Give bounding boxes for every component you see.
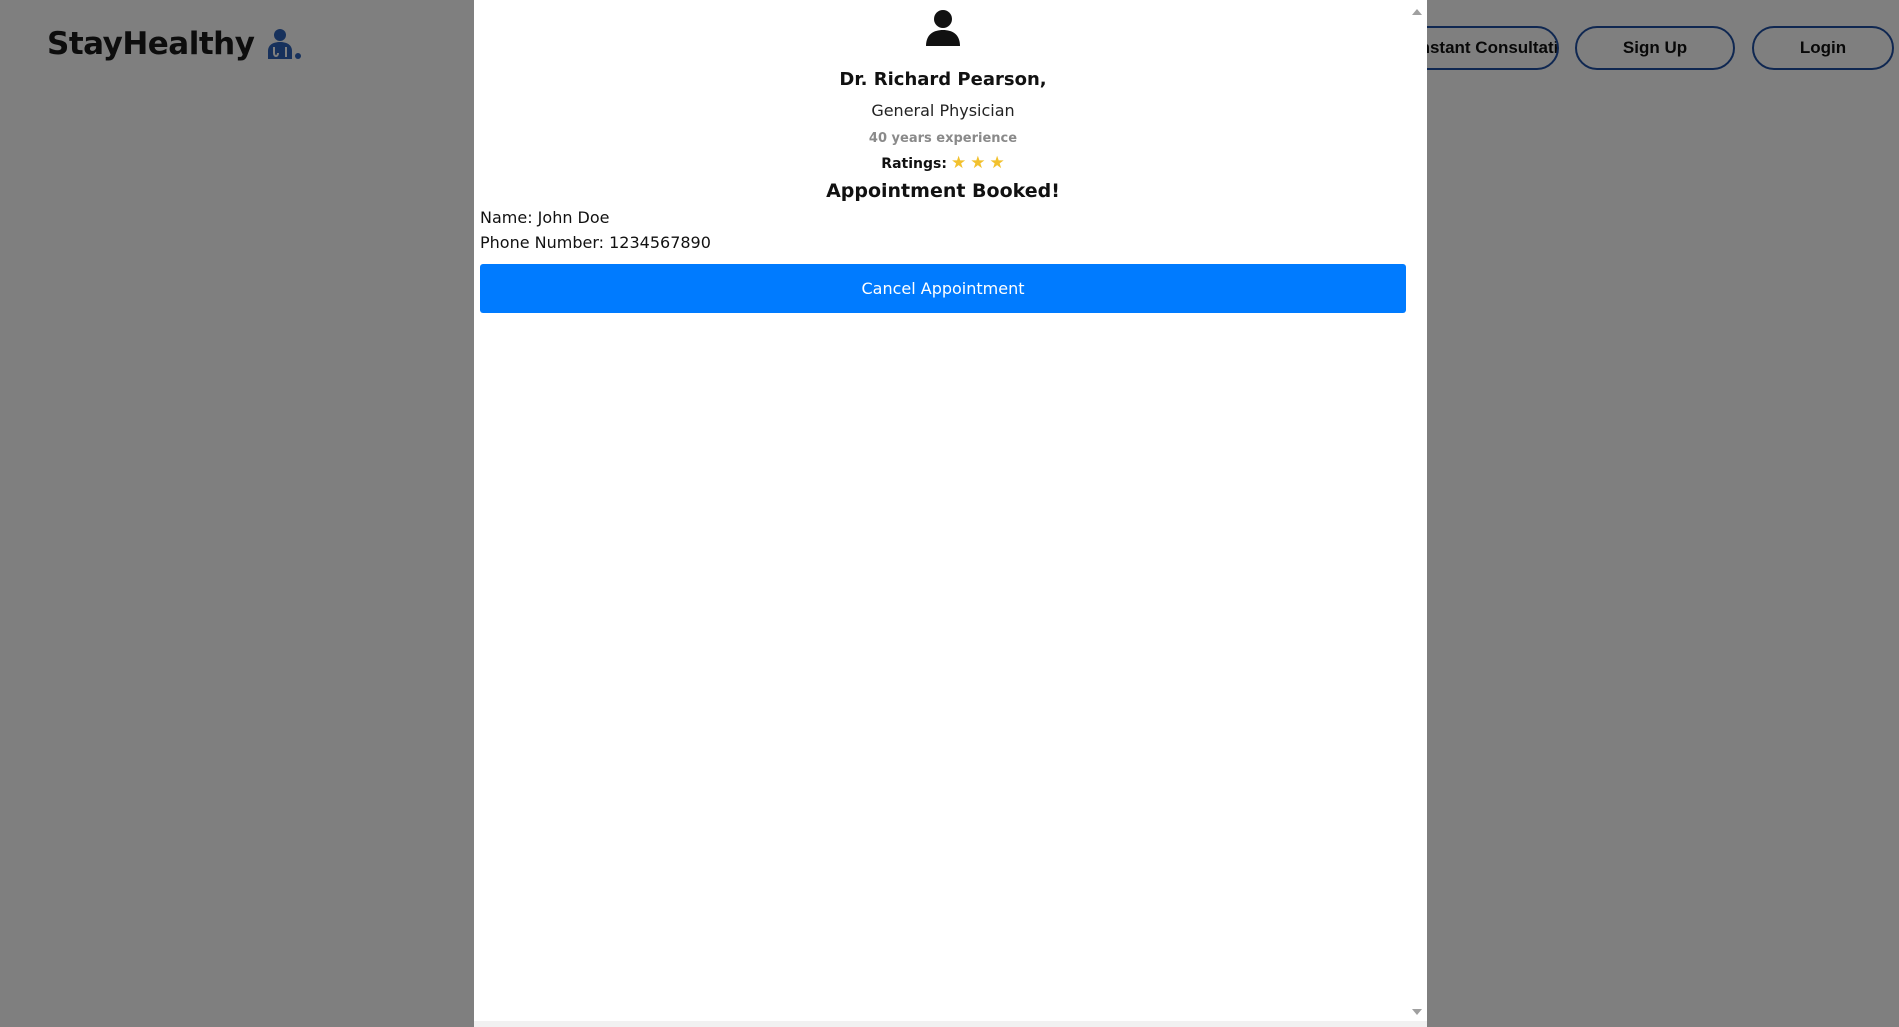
- doctor-name: Dr. Richard Pearson,: [839, 69, 1047, 90]
- doctor-experience: 40 years experience: [868, 131, 1018, 146]
- star-icon: ★: [970, 153, 986, 173]
- ratings-label: Ratings:: [881, 155, 947, 172]
- star-icon: ★: [989, 153, 1005, 173]
- user-profile-icon: [926, 10, 960, 46]
- cancel-appointment-button[interactable]: Cancel Appointment: [480, 264, 1406, 313]
- appointment-booked-title: Appointment Booked!: [826, 180, 1060, 202]
- modal-content: Dr. Richard Pearson, General Physician 4…: [480, 0, 1406, 313]
- patient-name: Name: John Doe: [480, 208, 610, 227]
- doctor-ratings: Ratings: ★ ★ ★: [480, 155, 1406, 172]
- scroll-down-arrow-icon[interactable]: [1412, 1009, 1422, 1015]
- doctor-speciality: General Physician: [871, 101, 1015, 120]
- appointment-modal: Dr. Richard Pearson, General Physician 4…: [474, 0, 1427, 1027]
- star-icon: ★: [950, 153, 967, 173]
- patient-phone: Phone Number: 1234567890: [480, 233, 711, 252]
- horizontal-scrollbar[interactable]: [474, 1021, 1427, 1027]
- vertical-scrollbar[interactable]: [1406, 0, 1427, 1027]
- scroll-up-arrow-icon[interactable]: [1412, 9, 1422, 15]
